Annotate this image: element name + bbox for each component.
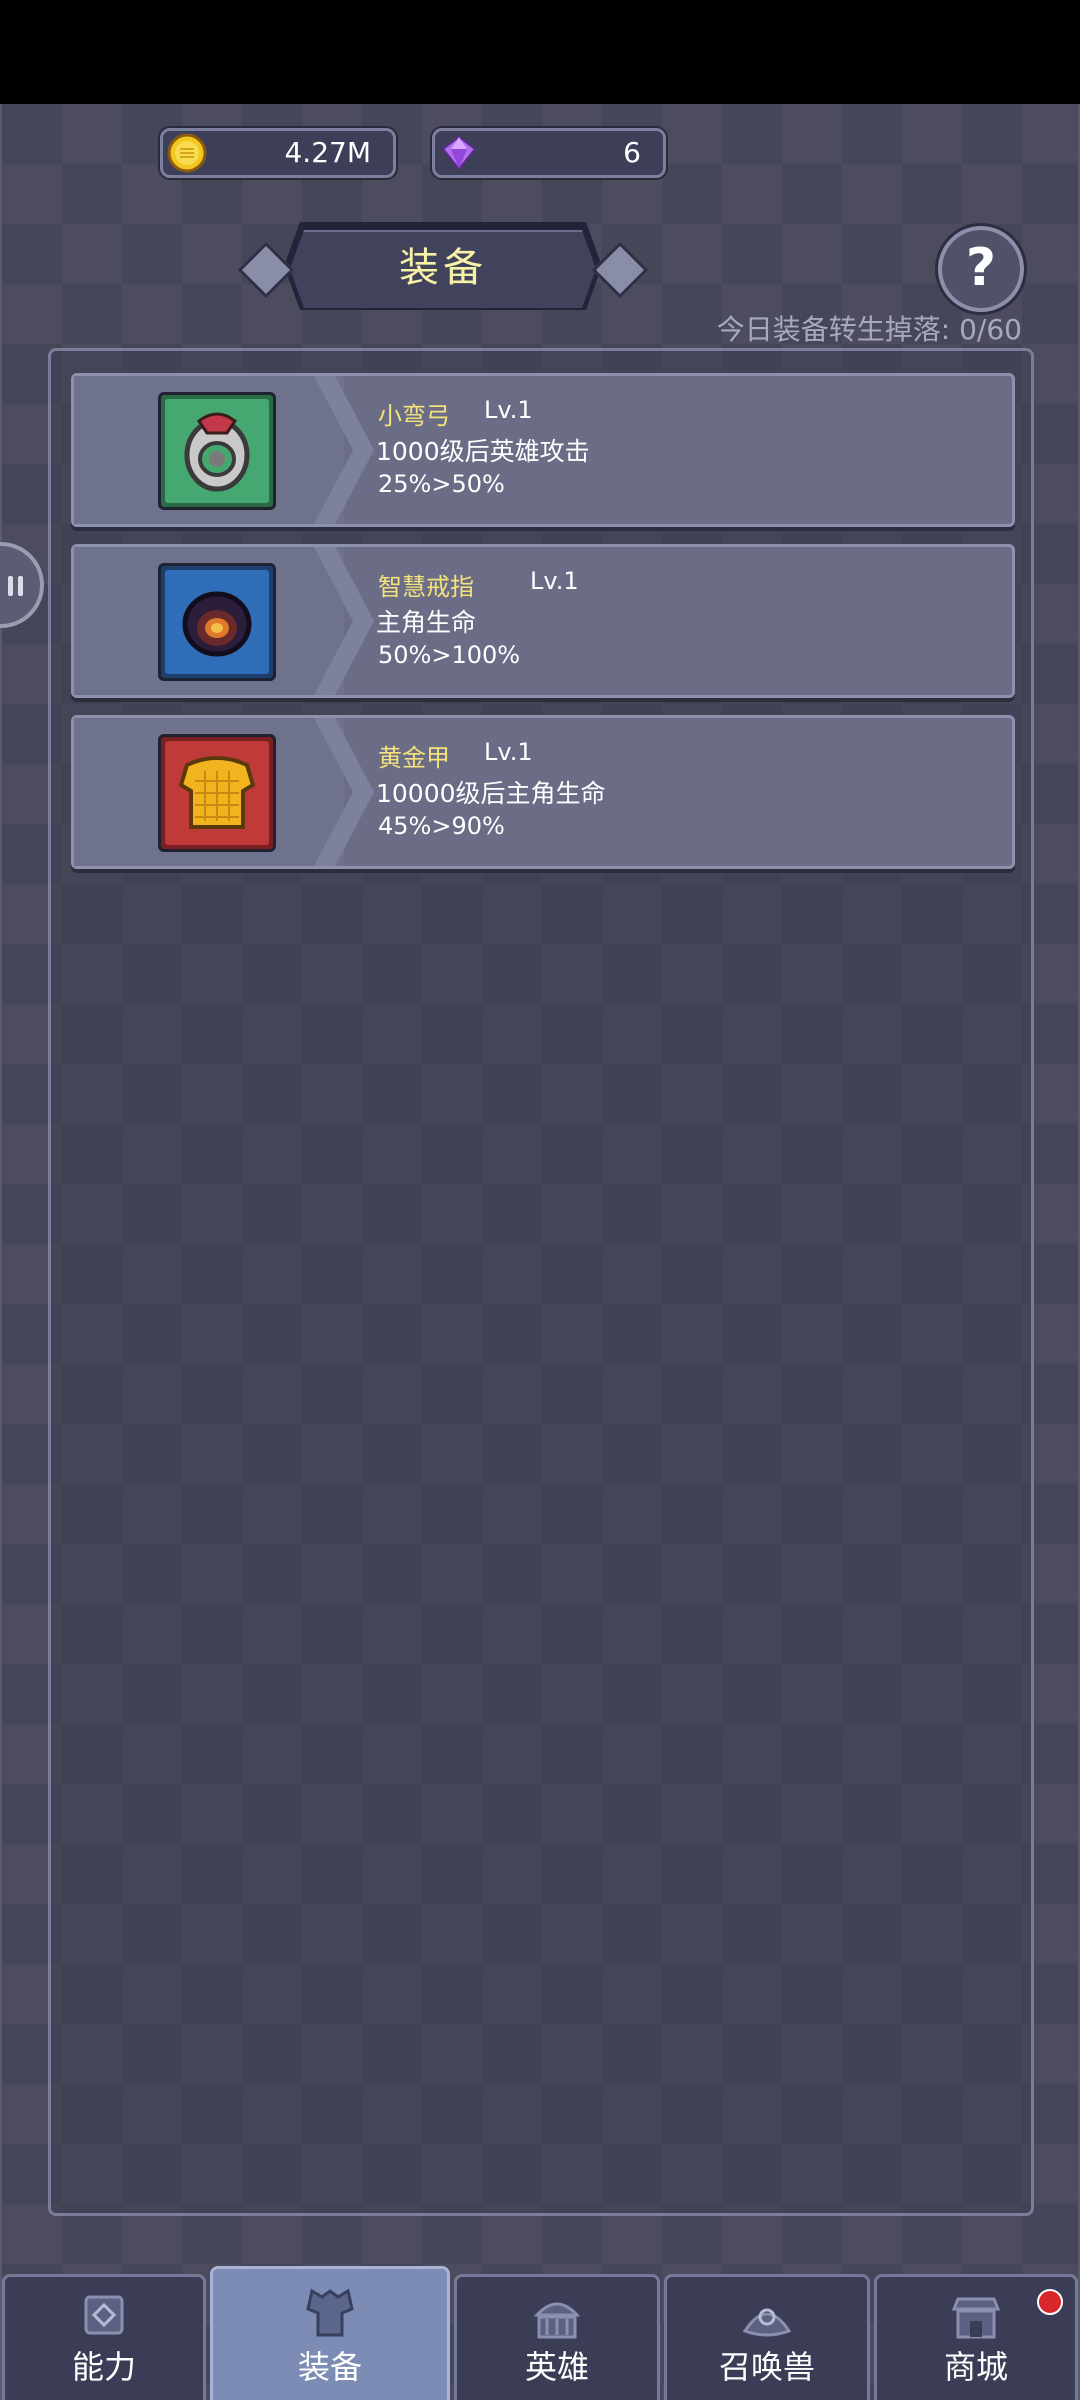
bow-icon xyxy=(184,412,250,492)
equipment-list-panel: 小弯弓 Lv.1 1000级后英雄攻击 25%>50% 智慧戒指 Lv.1 主角… xyxy=(48,348,1034,2216)
equipment-frame xyxy=(158,734,276,852)
gold-coin-icon xyxy=(167,133,207,173)
tab-summon[interactable]: 召唤兽 xyxy=(664,2274,870,2400)
equipment-row[interactable]: 小弯弓 Lv.1 1000级后英雄攻击 25%>50% xyxy=(71,373,1015,527)
golden-armor-icon xyxy=(178,756,256,829)
page-title: 装备 xyxy=(399,245,487,291)
equipment-level: Lv.1 xyxy=(484,396,533,424)
tab-ability[interactable]: 能力 xyxy=(2,2274,206,2400)
daily-drop-counter: 今日装备转生掉落: 0/60 xyxy=(716,313,1022,346)
equipment-frame-inner xyxy=(165,399,269,503)
gem-amount: 6 xyxy=(623,136,641,169)
title-left-ornament xyxy=(237,241,295,299)
tab-label: 英雄 xyxy=(524,2348,589,2386)
ring-icon xyxy=(182,591,252,657)
equipment-frame xyxy=(158,392,276,510)
tab-equipment[interactable]: 装备 xyxy=(210,2266,450,2400)
equipment-frame-inner xyxy=(165,570,269,674)
bottom-nav: 能力 装备 英雄 召唤兽 商城 xyxy=(0,2266,1080,2400)
equipment-row[interactable]: 黄金甲 Lv.1 10000级后主角生命 45%>90% xyxy=(71,715,1015,869)
tab-label: 能力 xyxy=(71,2348,136,2386)
equipment-description: 1000级后英雄攻击 xyxy=(376,437,590,466)
equipment-name: 智慧戒指 xyxy=(378,573,474,601)
side-drawer-handle[interactable] xyxy=(0,542,44,628)
tab-label: 召唤兽 xyxy=(718,2348,815,2386)
tab-label: 装备 xyxy=(297,2348,362,2386)
gold-currency: 4.27M xyxy=(160,128,396,178)
equipment-level: Lv.1 xyxy=(484,738,533,766)
equipment-frame-inner xyxy=(165,741,269,845)
equipment-description: 主角生命 xyxy=(376,608,477,637)
armor-icon xyxy=(306,2288,354,2337)
equipment-name: 黄金甲 xyxy=(378,744,450,772)
equipment-name: 小弯弓 xyxy=(378,402,450,430)
equipment-frame xyxy=(158,563,276,681)
purple-gem-icon xyxy=(441,135,477,171)
tab-shop[interactable]: 商城 xyxy=(874,2274,1078,2400)
notification-badge xyxy=(1037,2289,1063,2315)
tab-label: 商城 xyxy=(943,2348,1008,2386)
equipment-effect: 45%>90% xyxy=(378,812,505,840)
help-button[interactable]: ? xyxy=(938,226,1024,312)
page-title-banner: 装备 xyxy=(237,226,649,310)
grip-icon xyxy=(8,576,23,596)
gem-currency: 6 xyxy=(432,128,666,178)
gold-amount: 4.27M xyxy=(284,136,371,169)
title-right-ornament xyxy=(591,241,649,299)
equipment-effect: 25%>50% xyxy=(378,470,505,498)
equipment-row[interactable]: 智慧戒指 Lv.1 主角生命 50%>100% xyxy=(71,544,1015,698)
equipment-effect: 50%>100% xyxy=(378,641,521,669)
equipment-level: Lv.1 xyxy=(530,567,579,595)
game-screen: 4.27M 6 装备 ? 今日装备转生掉落: 0/60 小弯弓 Lv.1 100… xyxy=(0,104,1080,2400)
tab-hero[interactable]: 英雄 xyxy=(454,2274,660,2400)
equipment-description: 10000级后主角生命 xyxy=(376,779,606,808)
